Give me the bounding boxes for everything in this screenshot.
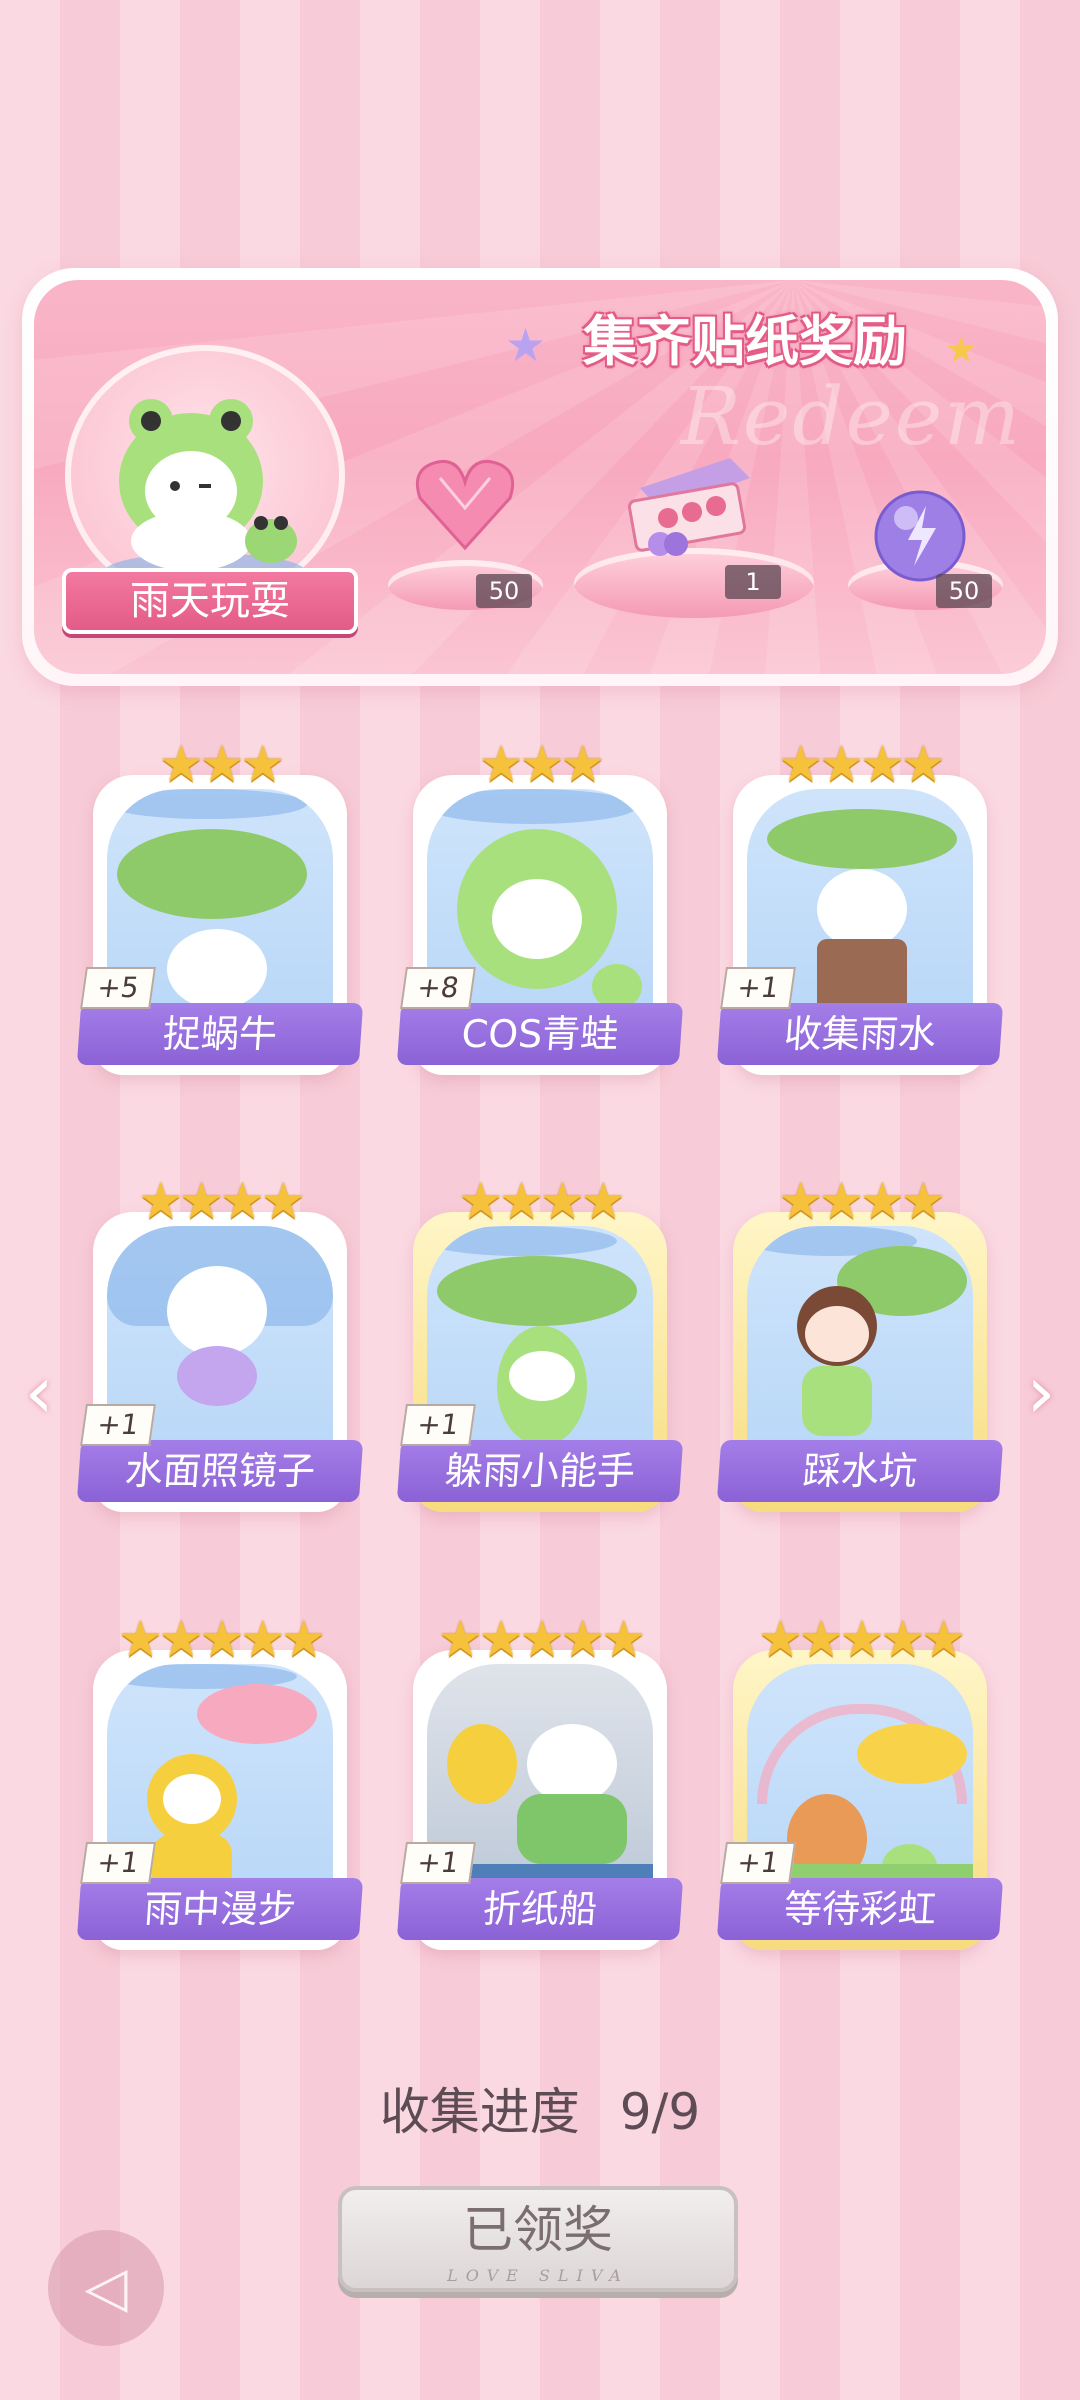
card-count-badge: +1 xyxy=(80,1404,156,1446)
sticker-card[interactable]: ★★★ COS青蛙 +8 xyxy=(396,735,684,1075)
star-decoration-icon: ★ xyxy=(945,330,978,371)
collection-progress: 收集进度 9/9 xyxy=(0,2072,1080,2144)
reward-heart-gem[interactable] xyxy=(410,448,520,562)
claim-button-label: 已领奖 xyxy=(463,2201,613,2259)
sticker-card[interactable]: ★★★★ 躲雨小能手 +1 xyxy=(396,1172,684,1512)
star-decoration-icon: ★ xyxy=(505,318,547,372)
card-name: 雨中漫步 xyxy=(76,1878,364,1940)
next-page-arrow-icon[interactable]: › xyxy=(1016,1352,1066,1432)
sticker-card[interactable]: ★★★★ 水面照镜子 +1 xyxy=(76,1172,364,1512)
card-name: COS青蛙 xyxy=(396,1003,684,1065)
card-count-badge: +1 xyxy=(720,967,796,1009)
back-arrow-icon[interactable]: ◁ xyxy=(48,2230,164,2346)
sticker-card[interactable]: ★★★★★ 等待彩虹 +1 xyxy=(716,1610,1004,1950)
frog-hood-cat-icon xyxy=(105,399,305,589)
card-name: 折纸船 xyxy=(396,1878,684,1940)
banner-title: 集齐贴纸奖励 xyxy=(583,310,907,373)
star-rating: ★★★★★ xyxy=(117,1610,326,1668)
card-name: 捉蜗牛 xyxy=(76,1003,364,1065)
claim-reward-button[interactable]: 已领奖 LOVE SLIVA xyxy=(338,2186,738,2292)
progress-label: 收集进度 xyxy=(379,2083,580,2141)
card-count-badge: +1 xyxy=(400,1842,476,1884)
card-name: 躲雨小能手 xyxy=(396,1440,684,1502)
card-name: 等待彩虹 xyxy=(716,1878,1004,1940)
theme-avatar xyxy=(65,345,345,605)
pink-heart-gem-icon xyxy=(415,459,515,551)
card-name: 踩水坑 xyxy=(716,1440,1004,1502)
sticker-card[interactable]: ★★★★ 收集雨水 +1 xyxy=(716,735,1004,1075)
card-count-badge: +1 xyxy=(400,1404,476,1446)
reward-count: 50 xyxy=(476,574,532,608)
reward-gift-box[interactable] xyxy=(620,448,760,562)
star-rating: ★★★ xyxy=(158,735,285,793)
card-name: 水面照镜子 xyxy=(76,1440,364,1502)
reward-count: 1 xyxy=(725,565,781,599)
claim-button-subtitle: LOVE SLIVA xyxy=(447,2266,629,2285)
star-rating: ★★★★★ xyxy=(437,1610,646,1668)
sticker-card[interactable]: ★★★★★ 雨中漫步 +1 xyxy=(76,1610,364,1950)
card-count-badge: +1 xyxy=(720,1842,796,1884)
star-rating: ★★★ xyxy=(478,735,605,793)
sticker-card[interactable]: ★★★★★ 折纸船 +1 xyxy=(396,1610,684,1950)
purple-lightning-orb-icon xyxy=(874,490,966,582)
star-rating: ★★★★ xyxy=(778,1172,945,1230)
gift-box-icon xyxy=(627,458,750,556)
star-rating: ★★★★ xyxy=(778,735,945,793)
card-count-badge: +1 xyxy=(80,1842,156,1884)
theme-label: 雨天玩耍 xyxy=(62,568,358,634)
card-count-badge: +5 xyxy=(80,967,156,1009)
reward-count: 50 xyxy=(936,574,992,608)
sticker-card[interactable]: ★★★ 捉蜗牛 +5 xyxy=(76,735,364,1075)
star-rating: ★★★★★ xyxy=(757,1610,966,1668)
card-count-badge: +8 xyxy=(400,967,476,1009)
star-rating: ★★★★ xyxy=(458,1172,625,1230)
sticker-card[interactable]: ★★★★ 踩水坑 xyxy=(716,1172,1004,1512)
progress-value: 9/9 xyxy=(619,2083,701,2141)
card-name: 收集雨水 xyxy=(716,1003,1004,1065)
prev-page-arrow-icon[interactable]: ‹ xyxy=(14,1352,64,1432)
star-rating: ★★★★ xyxy=(138,1172,305,1230)
